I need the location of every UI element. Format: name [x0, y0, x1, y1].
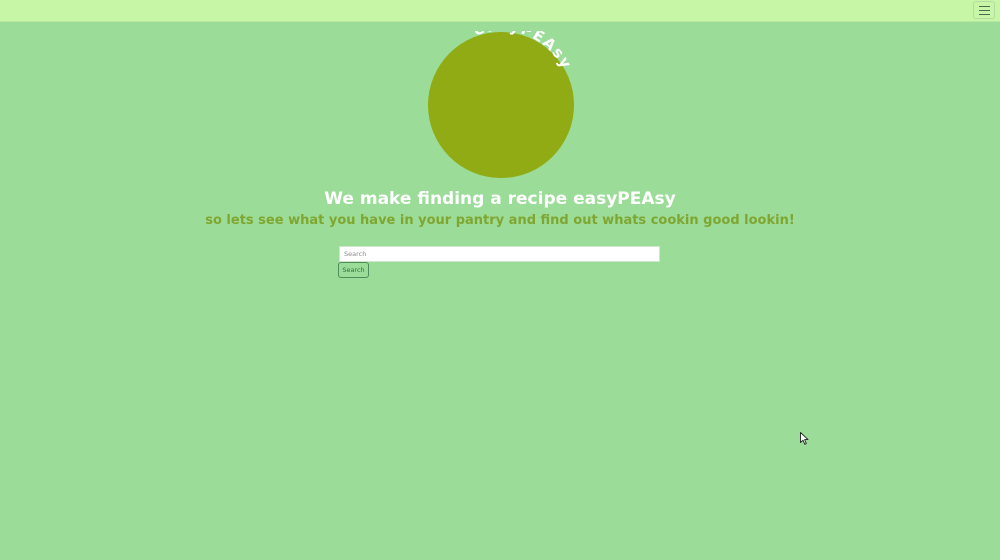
- page-title: We make finding a recipe easyPEAsy: [324, 189, 676, 209]
- menu-line: [978, 13, 990, 15]
- mouse-cursor-icon: [800, 432, 809, 445]
- hamburger-menu-button[interactable]: [973, 1, 995, 19]
- easypeasy-logo: easyPEAsy: [428, 31, 574, 178]
- search-input[interactable]: [339, 246, 660, 262]
- menu-line: [978, 5, 990, 7]
- menu-line: [978, 9, 990, 11]
- top-navbar: [0, 0, 1000, 22]
- search-button[interactable]: Search: [338, 262, 369, 278]
- page-subtitle: so lets see what you have in your pantry…: [205, 213, 795, 228]
